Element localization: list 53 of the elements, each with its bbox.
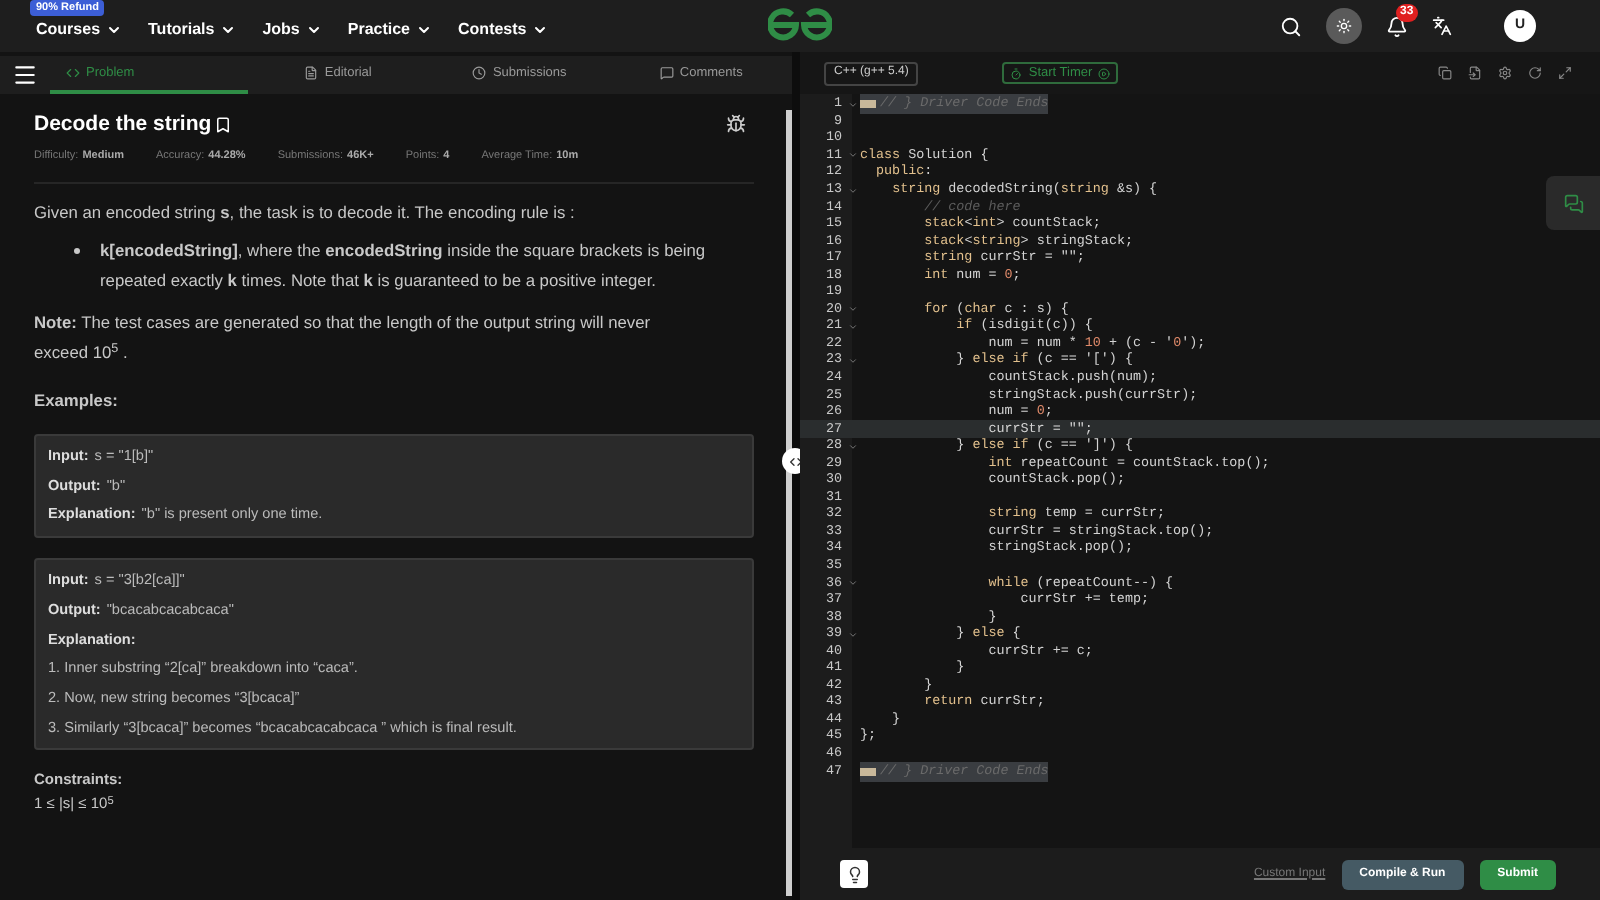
theme-toggle-button[interactable] — [1326, 8, 1362, 44]
bullet-icon — [74, 248, 80, 254]
search-icon[interactable] — [1280, 15, 1302, 37]
nav-menu[interactable]: Tutorials — [148, 17, 237, 41]
fold-chevron-icon[interactable] — [847, 150, 857, 161]
chevron-down-icon — [305, 21, 322, 37]
description-text: Given an encoded string s, the task is to decode it. The encoding rule is : — [34, 200, 577, 226]
bookmark-icon[interactable] — [213, 115, 232, 133]
resize-arrows-icon — [787, 453, 803, 469]
settings-icon[interactable] — [1498, 66, 1512, 80]
chevron-down-icon — [532, 21, 549, 37]
expand-icon[interactable] — [1558, 66, 1572, 80]
fold-marker-icon[interactable] — [860, 100, 876, 109]
bell-icon[interactable] — [1386, 15, 1408, 37]
nav-menu[interactable]: Contests — [458, 17, 549, 41]
play-icon — [1098, 67, 1111, 79]
chevron-down-icon — [416, 21, 433, 37]
fold-chevron-icon[interactable] — [847, 321, 857, 332]
chevron-down-icon — [220, 21, 237, 37]
fold-marker-icon[interactable] — [860, 767, 876, 776]
lightbulb-icon — [845, 865, 863, 883]
copy-icon[interactable] — [1438, 66, 1452, 80]
chat-icon — [1563, 193, 1583, 213]
examples-heading: Examples: — [34, 388, 120, 414]
nav-menu[interactable]: Practice — [347, 17, 433, 41]
fold-chevron-icon[interactable] — [847, 355, 857, 366]
bullet-text: k[encodedString], where the encodedString inside the square brackets is being repeated exactly k times. Note that k is guaranteed to be a positive integer. — [100, 238, 708, 294]
chevron-down-icon — [106, 21, 123, 37]
code-icon — [66, 66, 80, 80]
fold-chevron-icon[interactable] — [847, 304, 857, 315]
chat-bubble-icon — [659, 66, 674, 80]
chat-button[interactable] — [1546, 176, 1600, 230]
menu-icon[interactable] — [12, 62, 38, 88]
scrollbar[interactable] — [786, 110, 792, 896]
translate-icon[interactable] — [1432, 16, 1452, 36]
timer-icon — [1010, 67, 1023, 79]
hint-button[interactable] — [840, 860, 868, 888]
nav-menu[interactable]: Courses — [36, 17, 123, 41]
document-icon — [304, 66, 319, 80]
fold-chevron-icon[interactable] — [847, 629, 857, 640]
bug-icon[interactable] — [726, 114, 746, 134]
fold-chevron-icon[interactable] — [847, 578, 857, 589]
file-icon[interactable] — [1468, 66, 1482, 80]
refresh-icon[interactable] — [1528, 66, 1542, 80]
fold-chevron-icon[interactable] — [847, 441, 857, 452]
note-text: Note: The test cases are generated so that the length of the output string will never exceed 10$^{5}$ . — [34, 310, 653, 366]
sun-icon — [1336, 18, 1352, 34]
problem-title: Decode the string — [34, 110, 212, 138]
logo-icon — [768, 8, 832, 42]
fold-chevron-icon[interactable] — [847, 185, 857, 195]
clock-icon — [472, 66, 487, 80]
fold-chevron-icon[interactable] — [847, 99, 857, 110]
nav-menu[interactable]: Jobs — [262, 17, 322, 41]
